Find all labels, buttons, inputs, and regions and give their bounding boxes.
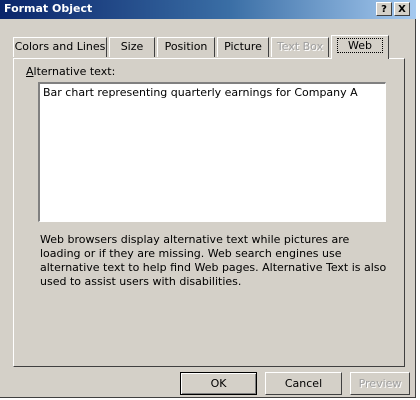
tab-label: Picture	[224, 40, 262, 53]
tab-size[interactable]: Size	[109, 37, 155, 57]
tab-label: Position	[164, 40, 208, 53]
help-button[interactable]: ?	[376, 2, 392, 16]
dialog-title: Format Object	[4, 2, 93, 15]
tab-label: Web	[337, 38, 383, 53]
label-text: lternative text:	[33, 65, 116, 78]
ok-button[interactable]: OK	[180, 372, 257, 395]
alternative-text-help: Web browsers display alternative text wh…	[40, 233, 387, 288]
tab-colors-and-lines[interactable]: Colors and Lines	[13, 37, 107, 57]
tab-position[interactable]: Position	[157, 37, 215, 57]
tab-picture[interactable]: Picture	[217, 37, 269, 57]
tab-label: Text Box	[276, 40, 324, 53]
preview-button: Preview	[350, 372, 410, 395]
tab-text-box: Text Box	[271, 37, 329, 57]
tab-label: Size	[120, 40, 144, 53]
close-button[interactable]: X	[394, 2, 410, 16]
label-accelerator: A	[26, 65, 34, 78]
title-bar[interactable]: Format Object ? X	[0, 0, 416, 19]
alternative-text-label: Alternative text:	[26, 65, 115, 78]
format-object-dialog: Format Object ? X Colors and Lines Size …	[0, 0, 416, 398]
tab-web[interactable]: Web	[331, 35, 389, 59]
cancel-button[interactable]: Cancel	[265, 372, 342, 395]
alternative-text-field[interactable]: Bar chart representing quarterly earning…	[38, 82, 386, 222]
tab-label: Colors and Lines	[14, 40, 106, 53]
